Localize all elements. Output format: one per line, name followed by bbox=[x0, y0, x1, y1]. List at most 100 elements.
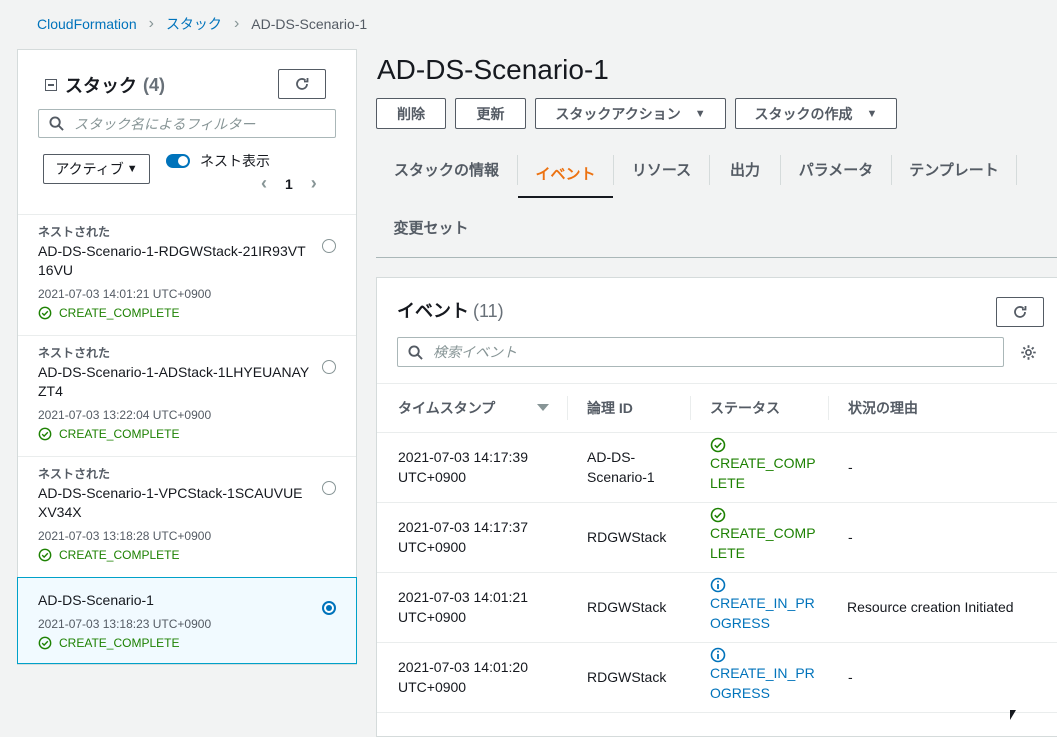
action-toolbar: 削除 更新 スタックアクション ▼ スタックの作成 ▼ bbox=[376, 98, 906, 129]
events-search-input[interactable]: 検索イベント bbox=[397, 337, 1004, 367]
stack-date: 2021-07-03 13:22:04 UTC+0900 bbox=[38, 408, 212, 422]
tab-resources[interactable]: リソース bbox=[614, 150, 709, 188]
event-logical-id: RDGWStack bbox=[587, 529, 667, 545]
stack-status: CREATE_COMPLETE bbox=[38, 427, 336, 441]
nested-view-toggle[interactable] bbox=[166, 154, 190, 168]
stack-list-item[interactable]: ネストされた AD-DS-Scenario-1-RDGWStack-21IR93… bbox=[18, 215, 356, 336]
stack-status: CREATE_COMPLETE bbox=[38, 306, 336, 320]
page-title: AD-DS-Scenario-1 bbox=[377, 54, 609, 85]
stack-radio[interactable] bbox=[322, 481, 336, 495]
create-stack-button[interactable]: スタックの作成 ▼ bbox=[735, 98, 897, 129]
prev-page-icon[interactable]: ‹ bbox=[261, 173, 267, 194]
next-page-icon[interactable]: › bbox=[311, 173, 317, 194]
breadcrumb-cloudformation-link[interactable]: CloudFormation bbox=[37, 16, 137, 32]
event-timestamp: 2021-07-03 14:01:21 UTC+0900 bbox=[398, 589, 528, 625]
table-row: 2021-07-03 14:01:20 UTC+0900 RDGWStack CR… bbox=[377, 643, 1057, 713]
stack-filter-placeholder: スタック名によるフィルター bbox=[74, 115, 256, 132]
nested-label: ネストされた bbox=[38, 346, 111, 360]
stacks-panel: スタック (4) スタック名によるフィルター アクティブ ▼ ネスト表示 ‹ 1… bbox=[17, 49, 357, 665]
breadcrumb: CloudFormation › スタック › AD-DS-Scenario-1 bbox=[37, 14, 367, 34]
chevron-right-icon: › bbox=[233, 15, 240, 32]
nested-view-toggle-wrap: ネスト表示 bbox=[166, 151, 270, 171]
stack-status: CREATE_COMPLETE bbox=[38, 636, 336, 650]
event-logical-id: RDGWStack bbox=[587, 599, 667, 615]
stack-name: AD-DS-Scenario-1-ADStack-1LHYEUANAYZT4 bbox=[38, 364, 310, 399]
stack-list-item[interactable]: ネストされた AD-DS-Scenario-1-ADStack-1LHYEUAN… bbox=[18, 336, 356, 457]
stack-status-text: CREATE_COMPLETE bbox=[59, 306, 180, 320]
events-refresh-button[interactable] bbox=[996, 297, 1044, 327]
stack-date: 2021-07-03 13:18:28 UTC+0900 bbox=[38, 529, 212, 543]
caret-down-icon: ▼ bbox=[866, 107, 878, 120]
info-circle-icon bbox=[710, 577, 726, 593]
stack-radio-selected[interactable] bbox=[322, 601, 336, 615]
table-row: 2021-07-03 14:17:39 UTC+0900 AD-DS-Scenar… bbox=[377, 433, 1057, 503]
events-title: イベント (11) bbox=[397, 301, 504, 321]
page-number[interactable]: 1 bbox=[285, 176, 293, 192]
column-logical-id[interactable]: 論理 ID bbox=[587, 384, 633, 432]
stack-status-text: CREATE_COMPLETE bbox=[59, 636, 180, 650]
collapse-icon[interactable] bbox=[45, 79, 57, 91]
stack-list-item[interactable]: ネストされた AD-DS-Scenario-1-VPCStack-1SCAUVU… bbox=[18, 457, 356, 578]
info-circle-icon bbox=[710, 647, 726, 663]
event-reason: Resource creation Initiated bbox=[847, 599, 1014, 615]
column-timestamp[interactable]: タイムスタンプ bbox=[398, 384, 495, 432]
event-reason: - bbox=[848, 669, 853, 685]
caret-down-icon: ▼ bbox=[126, 163, 138, 175]
delete-button[interactable]: 削除 bbox=[376, 98, 446, 129]
search-icon bbox=[49, 116, 64, 131]
refresh-icon bbox=[296, 78, 309, 90]
stacks-count: (4) bbox=[143, 74, 165, 95]
stack-actions-button[interactable]: スタックアクション ▼ bbox=[535, 98, 726, 129]
stacks-refresh-button[interactable] bbox=[278, 69, 326, 99]
stack-radio[interactable] bbox=[322, 360, 336, 374]
nested-label: ネストされた bbox=[38, 225, 111, 239]
stack-status-text: CREATE_COMPLETE bbox=[59, 427, 180, 441]
events-count: (11) bbox=[473, 301, 504, 321]
sort-caret-down-icon[interactable] bbox=[537, 404, 549, 411]
event-timestamp: 2021-07-03 14:17:39 UTC+0900 bbox=[398, 449, 528, 485]
event-status: CREATE_IN_PROGRESS bbox=[710, 647, 820, 703]
gear-icon[interactable] bbox=[1020, 344, 1037, 361]
tab-bar: スタックの情報 イベント リソース 出力 パラメータ テンプレート 変更セット bbox=[376, 150, 1057, 258]
event-logical-id: AD-DS-Scenario-1 bbox=[587, 449, 655, 485]
column-status[interactable]: ステータス bbox=[710, 384, 780, 432]
check-circle-icon bbox=[38, 306, 52, 320]
table-row: 2021-07-03 14:17:37 UTC+0900 RDGWStack CR… bbox=[377, 503, 1057, 573]
breadcrumb-stacks-link[interactable]: スタック bbox=[166, 14, 222, 34]
stack-status: CREATE_COMPLETE bbox=[38, 548, 336, 562]
pagination: ‹ 1 › bbox=[261, 173, 317, 194]
chevron-right-icon: › bbox=[148, 15, 154, 32]
caret-down-icon: ▼ bbox=[694, 107, 706, 120]
stacks-panel-header: スタック (4) スタック名によるフィルター アクティブ ▼ ネスト表示 ‹ 1… bbox=[18, 50, 356, 215]
table-row: 2021-07-03 14:01:21 UTC+0900 RDGWStack CR… bbox=[377, 573, 1057, 643]
stack-date: 2021-07-03 13:18:23 UTC+0900 bbox=[38, 617, 212, 631]
nested-label: ネストされた bbox=[38, 467, 111, 481]
tab-outputs[interactable]: 出力 bbox=[710, 150, 780, 188]
search-icon bbox=[408, 344, 423, 360]
stacks-title-text: スタック bbox=[65, 76, 137, 96]
stacks-panel-title: スタック (4) bbox=[45, 72, 165, 98]
stack-status-text: CREATE_COMPLETE bbox=[59, 548, 180, 562]
check-circle-icon bbox=[38, 548, 52, 562]
stack-date: 2021-07-03 14:01:21 UTC+0900 bbox=[38, 287, 212, 301]
stack-name: AD-DS-Scenario-1-RDGWStack-21IR93VT16VU bbox=[38, 243, 306, 278]
stack-name: AD-DS-Scenario-1-VPCStack-1SCAUVUEXV34X bbox=[38, 485, 303, 520]
tab-events[interactable]: イベント bbox=[518, 150, 613, 198]
event-reason: - bbox=[848, 529, 853, 545]
tab-stack-info[interactable]: スタックの情報 bbox=[376, 150, 517, 188]
check-circle-icon bbox=[710, 507, 726, 523]
stack-list-item-selected[interactable]: AD-DS-Scenario-1 2021-07-03 13:18:23 UTC… bbox=[17, 577, 357, 664]
check-circle-icon bbox=[710, 437, 726, 453]
stack-filter-input[interactable]: スタック名によるフィルター bbox=[38, 109, 336, 138]
events-panel: イベント (11) 検索イベント タイムスタンプ 論理 ID ステータス 状況の理… bbox=[376, 277, 1057, 737]
tab-change-sets[interactable]: 変更セット bbox=[376, 208, 486, 246]
tab-parameters[interactable]: パラメータ bbox=[781, 150, 891, 188]
stack-radio[interactable] bbox=[322, 239, 336, 253]
breadcrumb-current: AD-DS-Scenario-1 bbox=[251, 16, 368, 32]
column-status-reason[interactable]: 状況の理由 bbox=[848, 384, 918, 432]
update-button[interactable]: 更新 bbox=[455, 98, 526, 129]
status-filter-select[interactable]: アクティブ ▼ bbox=[43, 154, 150, 184]
tab-template[interactable]: テンプレート bbox=[892, 150, 1016, 188]
event-timestamp: 2021-07-03 14:17:37 UTC+0900 bbox=[398, 519, 528, 555]
event-timestamp: 2021-07-03 14:01:20 UTC+0900 bbox=[398, 659, 528, 695]
